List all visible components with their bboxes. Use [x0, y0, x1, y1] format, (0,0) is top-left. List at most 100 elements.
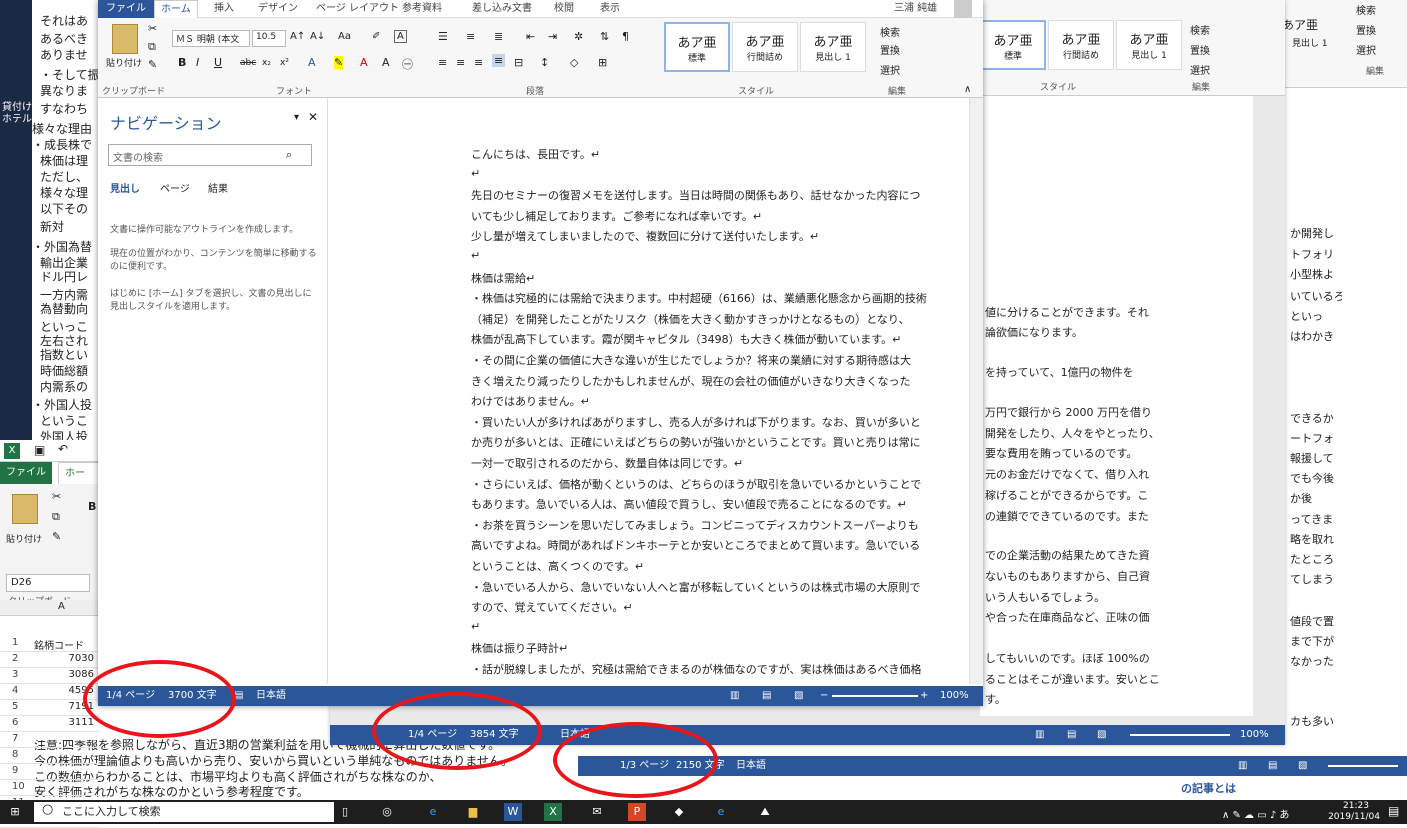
taskbar-search-input[interactable]: ここに入力して検索	[34, 802, 334, 822]
increase-indent-icon[interactable]: ⇥	[548, 30, 557, 43]
nav-tab-results[interactable]: 結果	[208, 180, 228, 195]
strikethrough-icon[interactable]: abc	[240, 58, 256, 68]
row-number[interactable]: 3	[12, 669, 18, 680]
tab-view[interactable]: 表示	[600, 0, 620, 18]
asian-layout-icon[interactable]: ✲	[574, 30, 583, 43]
scrollbar[interactable]	[969, 98, 983, 684]
row-number[interactable]: 4	[12, 685, 18, 696]
column-header-a[interactable]: A	[58, 601, 65, 612]
user-name[interactable]: 三浦 純雄	[894, 0, 937, 18]
format-painter-icon[interactable]: ✎	[52, 530, 61, 543]
paste-icon[interactable]	[112, 24, 138, 54]
row-number[interactable]: 8	[12, 749, 18, 760]
paste-button[interactable]: 貼り付け	[6, 532, 42, 545]
tab-insert[interactable]: 挿入	[214, 0, 234, 18]
style-heading1[interactable]: あア亜 見出し 1	[800, 22, 866, 72]
justify-icon[interactable]: ≡	[492, 54, 506, 67]
read-mode-icon[interactable]: ▥	[1035, 725, 1044, 745]
nav-options-icon[interactable]: ▾	[294, 112, 299, 123]
row-number[interactable]: 10	[12, 781, 25, 792]
close-icon[interactable]: ✕	[308, 110, 318, 124]
find-button[interactable]: 検索	[1190, 22, 1210, 37]
copy-icon[interactable]: ⧉	[148, 40, 156, 54]
name-box[interactable]: D26	[6, 574, 90, 592]
nav-search-input[interactable]: 文書の検索	[108, 144, 312, 166]
zoom-in-icon[interactable]: +	[920, 686, 928, 706]
app-icon[interactable]: ⛰	[756, 803, 774, 821]
font-color-icon[interactable]: A	[360, 56, 368, 69]
row-number[interactable]: 7	[12, 733, 18, 744]
line-spacing-icon[interactable]: ↕	[540, 56, 549, 69]
bold-icon[interactable]: B	[88, 500, 96, 513]
font-name-select[interactable]: ＭＳ 明朝 (本文	[172, 30, 250, 47]
show-marks-icon[interactable]: ¶	[622, 30, 629, 43]
sort-icon[interactable]: ⇅	[600, 30, 609, 43]
char-border-icon[interactable]: A	[394, 30, 407, 43]
zoom-slider[interactable]	[832, 695, 918, 697]
cut-icon[interactable]: ✂	[52, 490, 61, 503]
grow-font-icon[interactable]: A↑	[290, 31, 305, 42]
shading-icon[interactable]: ◇	[570, 56, 578, 69]
row-number[interactable]: 6	[12, 717, 18, 728]
read-mode-icon[interactable]: ▥	[730, 686, 739, 706]
distributed-icon[interactable]: ⊟	[514, 56, 523, 69]
char-shading-icon[interactable]: A	[382, 56, 390, 69]
undo-icon[interactable]: ↶	[58, 442, 68, 456]
save-icon[interactable]: ▣	[34, 443, 45, 457]
document-page[interactable]: こんにちは、長田です。↵ ↵ 先日のセミナーの復習メモを送付します。当日は時間の関係…	[329, 98, 983, 684]
numbering-icon[interactable]: ≡	[466, 30, 475, 43]
paste-button[interactable]: 貼り付け	[106, 56, 142, 69]
row-number[interactable]: 2	[12, 653, 18, 664]
edge-icon[interactable]: e	[424, 803, 442, 821]
collapse-ribbon-icon[interactable]: ∧	[964, 84, 971, 95]
style-normal[interactable]: あア亜 標準	[664, 22, 730, 72]
row-number[interactable]: 1	[12, 637, 18, 648]
replace-button[interactable]: 置換	[880, 42, 900, 57]
tab-references[interactable]: 参考資料	[402, 0, 442, 18]
cell[interactable]: 3111	[34, 717, 94, 728]
change-case-icon[interactable]: Aa	[338, 31, 351, 42]
tab-layout[interactable]: ページ レイアウト	[316, 0, 399, 18]
subscript-icon[interactable]: x₂	[262, 58, 271, 68]
excel-home-tab[interactable]: ホーム	[58, 462, 100, 501]
word-icon[interactable]: W	[504, 803, 522, 821]
style-heading1[interactable]: あア亜 見出し 1	[1116, 20, 1182, 70]
zoom-out-icon[interactable]: −	[820, 686, 828, 706]
web-layout-icon[interactable]: ▧	[1298, 756, 1307, 776]
replace-button[interactable]: 置換	[1190, 42, 1210, 57]
zoom-level[interactable]: 100%	[940, 686, 969, 706]
web-layout-icon[interactable]: ▧	[794, 686, 803, 706]
language[interactable]: 日本語	[736, 756, 766, 776]
style-normal[interactable]: あア亜 標準	[980, 20, 1046, 70]
side-panel-label[interactable]: の記事とは	[1181, 780, 1236, 796]
align-center-icon[interactable]: ≡	[456, 56, 465, 69]
style-no-spacing[interactable]: あア亜 行間詰め	[1048, 20, 1114, 70]
format-painter-icon[interactable]: ✎	[148, 58, 157, 71]
shrink-font-icon[interactable]: A↓	[310, 31, 325, 42]
select-button[interactable]: 選択	[1356, 42, 1376, 57]
excel-file-tab[interactable]: ファイル	[0, 462, 52, 484]
tab-home[interactable]: ホーム	[154, 0, 198, 18]
paste-icon[interactable]	[12, 494, 38, 524]
decrease-indent-icon[interactable]: ⇤	[526, 30, 535, 43]
notification-icon[interactable]: ▤	[1388, 804, 1399, 818]
text-effects-icon[interactable]: A	[308, 56, 316, 69]
highlight-icon[interactable]: ✎	[334, 56, 344, 69]
search-icon[interactable]: ⌕	[286, 148, 292, 162]
nav-tab-pages[interactable]: ページ	[160, 180, 190, 195]
zoom-slider[interactable]	[1328, 765, 1398, 767]
clear-format-icon[interactable]: ✐	[372, 31, 380, 42]
cell[interactable]: 3086	[34, 669, 94, 680]
bold-icon[interactable]: B	[178, 56, 186, 69]
start-icon[interactable]: ⊞	[6, 803, 24, 821]
cell[interactable]: 7030	[34, 653, 94, 664]
row-number[interactable]: 9	[12, 765, 18, 776]
avatar[interactable]	[954, 0, 972, 18]
print-layout-icon[interactable]: ▤	[1067, 725, 1076, 745]
excel-icon[interactable]: X	[544, 803, 562, 821]
style-sample[interactable]: あア亜	[1282, 16, 1318, 33]
cortana-icon[interactable]: ◎	[378, 803, 396, 821]
tab-file[interactable]: ファイル	[98, 0, 154, 18]
style-no-spacing[interactable]: あア亜 行間詰め	[732, 22, 798, 72]
multilevel-list-icon[interactable]: ≣	[494, 30, 503, 43]
